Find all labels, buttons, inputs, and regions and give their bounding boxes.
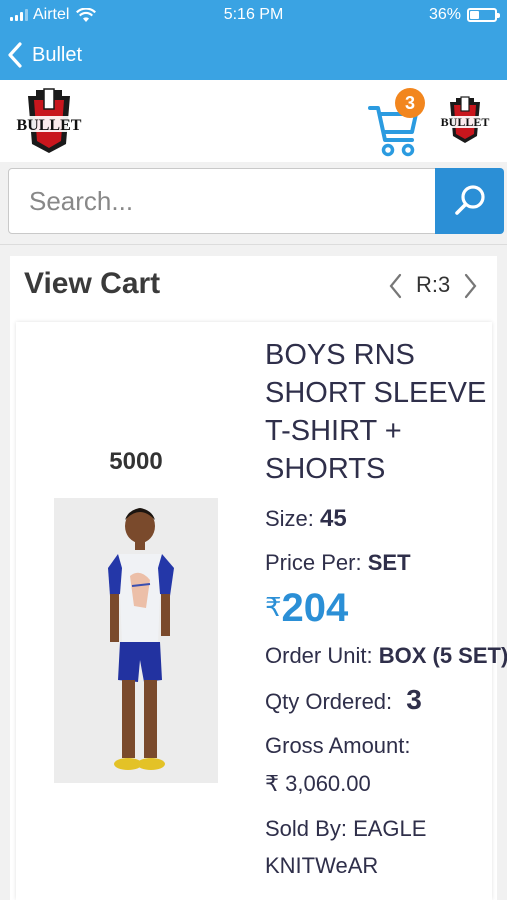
product-image[interactable]: [54, 498, 218, 783]
page-title: View Cart: [24, 267, 161, 300]
qty-label: Qty Ordered:: [265, 689, 393, 714]
search-button[interactable]: [435, 168, 504, 234]
battery-icon: [467, 8, 500, 22]
order-unit-row: Order Unit: BOX (5 SET): [265, 643, 507, 669]
item-code: 5000: [109, 448, 163, 475]
cart-panel-header: View Cart R:3: [10, 256, 497, 318]
currency-symbol: ₹: [265, 592, 282, 622]
search-icon: [454, 185, 485, 215]
price-per-value: SET: [367, 550, 411, 575]
brand-logo-secondary[interactable]: BULLET: [436, 92, 494, 150]
unit-price: ₹204: [265, 586, 348, 631]
brand-logo[interactable]: BULLET: [10, 86, 88, 156]
battery-percent: 36%: [428, 6, 461, 23]
gross-amount-label: Gross Amount:: [265, 733, 411, 758]
pager-label: R:3: [416, 272, 451, 297]
back-label: Bullet: [32, 43, 83, 66]
price-value: 204: [281, 586, 349, 630]
logo-text: BULLET: [17, 117, 82, 134]
sold-by-row: Sold By: EAGLE: [265, 816, 426, 842]
gross-amount-value: ₹ 3,060.00: [265, 771, 371, 796]
price-per-label: Price Per:: [265, 550, 362, 575]
header-divider: [0, 244, 507, 245]
seller-name-line2: KNITWeAR: [265, 853, 379, 878]
chevron-left-icon[interactable]: [386, 272, 406, 300]
order-unit-label: Order Unit:: [265, 643, 373, 668]
status-bar: Airtel 5:16 PM 36%: [0, 0, 507, 30]
size-value: 45: [320, 505, 347, 532]
chevron-right-icon[interactable]: [460, 272, 480, 300]
size-row: Size: 45: [265, 505, 347, 533]
sold-by-label: Sold By:: [265, 816, 347, 841]
chevron-left-icon: [8, 42, 22, 68]
product-name: BOYS RNS SHORT SLEEVE T-SHIRT + SHORTS: [265, 339, 487, 485]
qty-row: Qty Ordered: 3: [265, 684, 422, 716]
price-per-row: Price Per: SET: [265, 550, 411, 576]
back-button[interactable]: Bullet: [6, 40, 82, 70]
logo-text-secondary: BULLET: [441, 115, 490, 129]
order-unit-value: BOX (5 SET): [378, 643, 507, 668]
search-input[interactable]: [8, 168, 477, 234]
cart-count-badge[interactable]: 3: [395, 88, 425, 118]
seller-name: EAGLE: [353, 816, 427, 841]
size-label: Size:: [265, 506, 314, 531]
qty-value: 3: [406, 684, 422, 715]
nav-bar: Bullet: [0, 30, 507, 80]
